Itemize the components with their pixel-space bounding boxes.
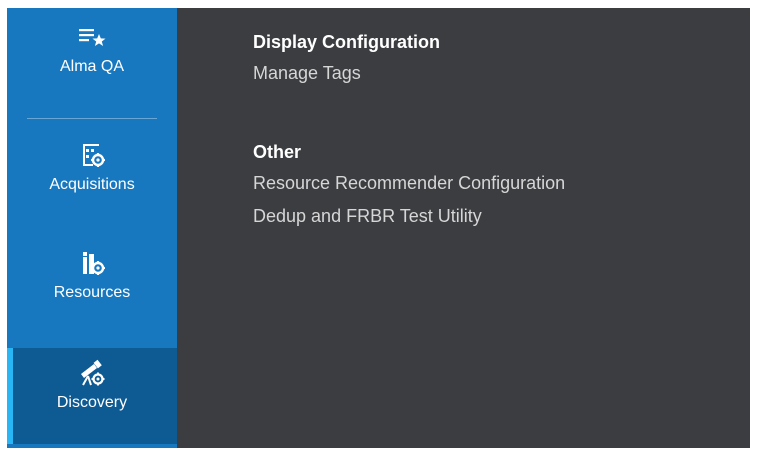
app-frame: Alma QA Acquisitions Resources Discovery… <box>7 8 750 448</box>
sidebar-item-acquisitions[interactable]: Acquisitions <box>7 140 177 194</box>
list-star-icon <box>79 29 106 46</box>
link-resource-recommender-configuration[interactable]: Resource Recommender Configuration <box>253 173 565 194</box>
sidebar-item-label: Discovery <box>56 394 128 411</box>
link-manage-tags[interactable]: Manage Tags <box>253 63 440 84</box>
sidebar-item-label: Alma QA <box>59 58 124 75</box>
sidebar-item-discovery[interactable]: Discovery <box>7 348 177 444</box>
section-title: Display Configuration <box>253 32 441 52</box>
telescope-gear-icon <box>81 359 105 386</box>
sidebar-item-alma-qa[interactable]: Alma QA <box>7 22 177 76</box>
link-dedup-frbr-test-utility[interactable]: Dedup and FRBR Test Utility <box>253 206 565 227</box>
sidebar-item-label: Resources <box>53 284 131 301</box>
sidebar-divider <box>27 118 157 119</box>
main-sidebar: Alma QA Acquisitions Resources Discovery <box>7 8 177 448</box>
sidebar-item-resources[interactable]: Resources <box>7 248 177 302</box>
section-other: Other Resource Recommender Configuration… <box>253 142 565 239</box>
section-title: Other <box>253 142 302 162</box>
acquisitions-gear-icon <box>83 144 105 167</box>
discovery-menu-panel: Display Configuration Manage Tags Other … <box>177 8 750 448</box>
resources-gear-icon <box>83 252 105 275</box>
section-display-configuration: Display Configuration Manage Tags <box>253 32 440 96</box>
active-indicator <box>7 348 13 444</box>
sidebar-item-label: Acquisitions <box>49 176 135 193</box>
